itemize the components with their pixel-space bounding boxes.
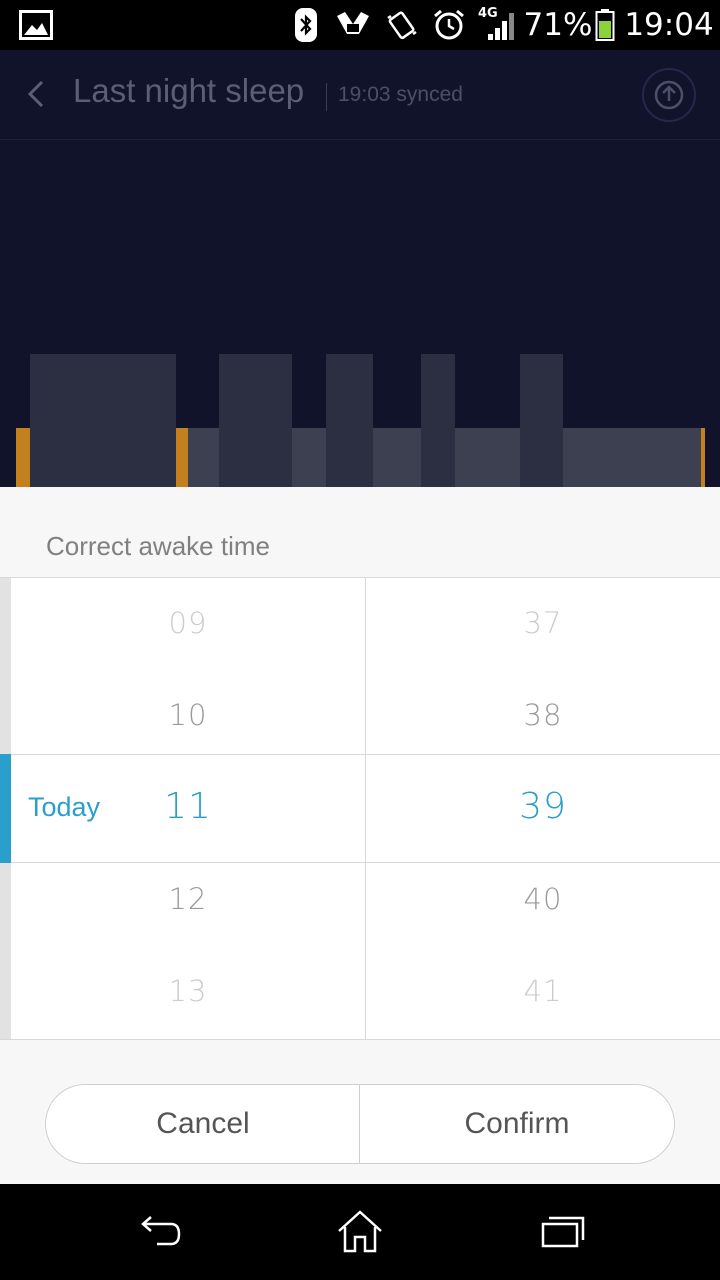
hour-option[interactable]: 12 bbox=[128, 882, 248, 916]
minute-option[interactable]: 37 bbox=[483, 606, 603, 640]
confirm-button[interactable]: Confirm bbox=[360, 1085, 674, 1163]
minute-option[interactable]: 40 bbox=[483, 882, 603, 916]
chart-bar-light bbox=[373, 428, 421, 487]
sleep-screen: Last night sleep 19:03 synced bbox=[0, 50, 720, 487]
sync-status: 19:03 synced bbox=[338, 83, 463, 106]
chart-bar-awake bbox=[176, 428, 188, 487]
share-button[interactable] bbox=[642, 68, 696, 122]
chart-bar-deep bbox=[30, 354, 176, 487]
status-bar: 4G 71% 19:04 bbox=[0, 0, 720, 50]
cancel-button[interactable]: Cancel bbox=[46, 1085, 360, 1163]
correct-awake-time-dialog: Correct awake time Today 09 10 11 12 13 … bbox=[0, 487, 720, 1184]
nav-recents-button[interactable] bbox=[530, 1202, 590, 1262]
mi-band-icon bbox=[334, 0, 372, 50]
upload-icon bbox=[654, 80, 684, 110]
alarm-icon bbox=[431, 0, 467, 50]
picker-column-divider bbox=[365, 578, 366, 1039]
title-divider bbox=[326, 83, 327, 111]
dialog-title: Correct awake time bbox=[46, 531, 270, 561]
chart-bar-deep bbox=[421, 354, 455, 487]
hour-option[interactable]: 10 bbox=[128, 698, 248, 732]
back-button[interactable] bbox=[20, 76, 56, 112]
hour-option[interactable]: 09 bbox=[128, 606, 248, 640]
navigation-bar bbox=[0, 1184, 720, 1280]
chart-bar-deep bbox=[219, 354, 292, 487]
battery-percent: 71% bbox=[523, 7, 593, 43]
bluetooth-icon bbox=[292, 0, 320, 50]
nav-back-button[interactable] bbox=[130, 1202, 190, 1262]
minute-option-selected[interactable]: 39 bbox=[483, 786, 603, 827]
network-type: 4G bbox=[478, 6, 498, 21]
clock: 19:04 bbox=[624, 7, 714, 43]
gallery-icon bbox=[18, 0, 54, 50]
app-header: Last night sleep 19:03 synced bbox=[0, 50, 720, 140]
selection-line-bottom bbox=[11, 862, 720, 863]
selection-line-top bbox=[11, 754, 720, 755]
chart-bar-deep bbox=[520, 354, 563, 487]
battery-icon bbox=[594, 0, 616, 50]
hour-option[interactable]: 13 bbox=[128, 974, 248, 1008]
chevron-left-icon bbox=[27, 80, 44, 108]
time-picker[interactable]: Today 09 10 11 12 13 37 38 39 40 41 bbox=[0, 577, 720, 1040]
back-icon bbox=[141, 1216, 181, 1246]
chart-bar-light bbox=[188, 428, 219, 487]
chart-bar-light bbox=[563, 428, 701, 487]
hour-option-selected[interactable]: 11 bbox=[128, 786, 248, 827]
chart-bar-deep bbox=[326, 354, 373, 487]
sleep-chart bbox=[0, 140, 720, 487]
nav-home-button[interactable] bbox=[330, 1202, 390, 1262]
day-label: Today bbox=[28, 792, 101, 822]
chart-bar-awake bbox=[701, 428, 705, 487]
chart-bar-awake bbox=[16, 428, 30, 487]
signal-icon: 4G bbox=[476, 0, 520, 50]
minute-option[interactable]: 38 bbox=[483, 698, 603, 732]
chart-bar-light bbox=[292, 428, 326, 487]
page-title: Last night sleep bbox=[73, 72, 305, 109]
chart-bar-light bbox=[455, 428, 520, 487]
vibrate-icon bbox=[384, 0, 420, 50]
home-icon bbox=[338, 1210, 382, 1253]
recents-icon bbox=[541, 1216, 585, 1248]
dialog-buttons: Cancel Confirm bbox=[45, 1084, 675, 1164]
minute-option[interactable]: 41 bbox=[483, 974, 603, 1008]
picker-selection-indicator bbox=[0, 754, 11, 863]
